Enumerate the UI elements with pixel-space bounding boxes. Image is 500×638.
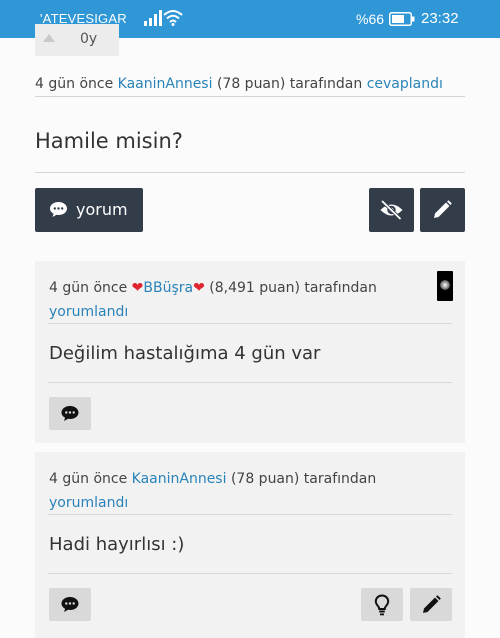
divider <box>48 573 452 574</box>
edit-comment-button[interactable] <box>410 588 452 621</box>
divider <box>48 323 452 324</box>
divider <box>35 96 465 97</box>
meta-points: (78 puan) tarafından <box>212 76 367 92</box>
upvote-arrow-icon[interactable] <box>43 34 55 42</box>
eye-slash-icon <box>380 199 403 221</box>
best-answer-button[interactable] <box>361 588 403 621</box>
battery-icon <box>389 12 415 26</box>
lightbulb-icon <box>374 594 390 616</box>
edit-button[interactable] <box>420 188 465 232</box>
heart-icon: ❤ <box>131 280 144 296</box>
user-link[interactable]: KaaninAnnesi <box>132 471 227 487</box>
reply-button[interactable] <box>49 588 91 621</box>
comment-button-label: yorum <box>76 200 128 219</box>
comment-icon <box>61 406 79 421</box>
meta-time: 4 gün önce <box>49 280 132 296</box>
divider <box>35 172 465 173</box>
action-link[interactable]: yorumlandı <box>49 304 128 320</box>
answer-meta: 4 gün önce KaaninAnnesi (78 puan) tarafı… <box>35 76 443 92</box>
meta-points: (78 puan) tarafından <box>226 471 377 487</box>
meta-points: (8,491 puan) tarafından <box>204 280 377 296</box>
battery-percentage: %66 <box>356 11 385 27</box>
user-link[interactable]: KaaninAnnesi <box>118 76 213 92</box>
vote-box[interactable]: 0y <box>35 24 119 56</box>
action-link[interactable]: yorumlandı <box>49 495 128 511</box>
signal-icon <box>144 10 162 26</box>
hide-button[interactable] <box>369 188 414 232</box>
vote-count: 0y <box>80 31 98 47</box>
heart-icon: ❤ <box>193 280 205 296</box>
comment-button[interactable]: yorum <box>35 188 143 232</box>
divider <box>48 382 452 383</box>
meta-time: 4 gün önce <box>49 471 132 487</box>
comment-card: 4 gün önce KaaninAnnesi (78 puan) tarafı… <box>35 452 465 638</box>
comment-icon <box>50 202 67 217</box>
comment-meta: 4 gün önce ❤BBüşra❤ (8,491 puan) tarafın… <box>49 276 429 324</box>
user-link[interactable]: BBüşra <box>143 280 193 296</box>
comment-text: Değilim hastalığıma 4 gün var <box>49 343 321 364</box>
action-link[interactable]: cevaplandı <box>367 76 443 92</box>
reply-button[interactable] <box>49 397 91 430</box>
comment-text: Hadi hayırlısı :) <box>49 534 185 555</box>
answer-text: Hamile misin? <box>35 129 183 153</box>
pencil-icon <box>423 595 441 613</box>
comment-icon <box>61 597 79 612</box>
meta-time: 4 gün önce <box>35 76 118 92</box>
wifi-icon <box>163 10 183 26</box>
comment-card: 4 gün önce ❤BBüşra❤ (8,491 puan) tarafın… <box>35 261 465 443</box>
avatar[interactable] <box>437 271 453 301</box>
clock: 23:32 <box>421 10 459 27</box>
comment-meta: 4 gün önce KaaninAnnesi (78 puan) tarafı… <box>49 467 429 515</box>
pencil-icon <box>434 200 452 218</box>
divider <box>48 514 452 515</box>
